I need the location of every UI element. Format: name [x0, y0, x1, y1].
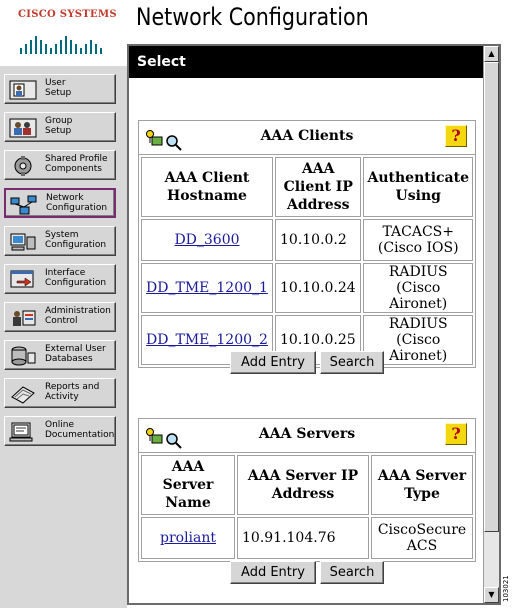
aaa-servers-title: AAA Servers [258, 426, 356, 442]
documentation-icon [9, 422, 33, 442]
content-area: AAA Clients ? AAA Client Hostname AAA Cl… [129, 78, 485, 603]
shared-profile-icon [14, 156, 32, 176]
nav-label: Network Configuration [46, 193, 108, 213]
column-header: AAA Client IP Address [275, 157, 362, 217]
client-hostname-link[interactable]: DD_TME_1200_1 [146, 280, 268, 296]
nav-interface-configuration[interactable]: Interface Configuration [4, 264, 116, 294]
aaa-clients-title: AAA Clients [260, 128, 354, 144]
nav-label: External User Databases [45, 344, 106, 364]
scrollbar-thumb[interactable] [484, 62, 499, 532]
nav-label: Online Documentation [45, 420, 115, 440]
reports-icon [11, 386, 35, 404]
table-row: DD_3600 10.10.0.2 TACACS+ (Cisco IOS) [141, 219, 473, 261]
hostname-cell: DD_TME_1200_1 [141, 263, 273, 313]
nav-shared-profile-components[interactable]: Shared Profile Components [4, 150, 116, 180]
main-frame: Select AAA Clients ? AAA Client Hostname [127, 44, 501, 605]
cisco-logo: Cisco Systems [14, 8, 117, 56]
aaa-clients-table: AAA Client Hostname AAA Client IP Addres… [139, 155, 475, 367]
nav-label: System Configuration [45, 230, 107, 250]
nav-label: Administration Control [45, 306, 111, 326]
table-header-row: AAA Server Name AAA Server IP Address AA… [141, 455, 473, 515]
ip-cell: 10.91.104.76 [237, 517, 369, 559]
cisco-bridge-icon [18, 22, 104, 56]
aaa-clients-header: AAA Clients ? [139, 121, 475, 155]
nav-label: Group Setup [45, 116, 73, 136]
server-name-cell: proliant [141, 517, 235, 559]
aaa-servers-section: AAA Servers ? AAA Server Name AAA Server… [138, 418, 476, 562]
scroll-down-arrow-icon[interactable]: ▼ [484, 587, 499, 603]
client-hostname-link[interactable]: DD_TME_1200_2 [146, 332, 268, 348]
help-icon[interactable]: ? [445, 125, 467, 147]
nav-reports-and-activity[interactable]: Reports and Activity [4, 378, 116, 408]
client-hostname-link[interactable]: DD_3600 [174, 232, 239, 248]
page-title: Network Configuration [136, 3, 369, 31]
nav-user-setup[interactable]: User Setup [4, 74, 116, 104]
column-header: AAA Client Hostname [141, 157, 273, 217]
add-server-entry-button[interactable]: Add Entry [230, 561, 316, 584]
nav-label: Reports and Activity [45, 382, 100, 402]
select-header: Select [129, 46, 485, 78]
group-icon [9, 118, 37, 138]
help-icon[interactable]: ? [445, 423, 467, 445]
auth-cell: RADIUS (Cisco Aironet) [363, 263, 473, 313]
aaa-servers-header: AAA Servers ? [139, 419, 475, 453]
database-icon [11, 346, 36, 366]
server-type-cell: CiscoSecure ACS [371, 517, 473, 559]
interface-icon [10, 270, 34, 288]
nav-system-configuration[interactable]: System Configuration [4, 226, 116, 256]
nav-online-documentation[interactable]: Online Documentation [4, 416, 116, 446]
search-clients-button[interactable]: Search [320, 351, 384, 374]
table-row: DD_TME_1200_1 10.10.0.24 RADIUS (Cisco A… [141, 263, 473, 313]
column-header: AAA Server IP Address [237, 455, 369, 515]
nav-group-setup[interactable]: Group Setup [4, 112, 116, 142]
search-servers-button[interactable]: Search [320, 561, 384, 584]
left-nav: User Setup Group Setup Shared Profile Co… [0, 66, 127, 608]
auth-cell: TACACS+ (Cisco IOS) [363, 219, 473, 261]
figure-id: 103021 [502, 575, 510, 602]
table-row: proliant 10.91.104.76 CiscoSecure ACS [141, 517, 473, 559]
table-header-row: AAA Client Hostname AAA Client IP Addres… [141, 157, 473, 217]
column-header: AAA Server Type [371, 455, 473, 515]
nav-label: Interface Configuration [45, 268, 107, 288]
hostname-cell: DD_3600 [141, 219, 273, 261]
column-header: Authenticate Using [363, 157, 473, 217]
aaa-clients-section: AAA Clients ? AAA Client Hostname AAA Cl… [138, 120, 476, 368]
system-icon [10, 233, 36, 251]
user-icon [9, 80, 37, 100]
nav-label: User Setup [45, 78, 72, 98]
nav-external-user-databases[interactable]: External User Databases [4, 340, 116, 370]
nav-network-configuration[interactable]: Network Configuration [4, 188, 116, 218]
cisco-brand-text: Cisco Systems [18, 9, 117, 20]
aaa-servers-table: AAA Server Name AAA Server IP Address AA… [139, 453, 475, 561]
administration-icon [13, 310, 36, 326]
scroll-up-arrow-icon[interactable]: ▲ [484, 46, 499, 62]
ip-cell: 10.10.0.24 [275, 263, 362, 313]
nav-label: Shared Profile Components [45, 154, 108, 174]
nav-administration-control[interactable]: Administration Control [4, 302, 116, 332]
vertical-scrollbar[interactable]: ▲ ▼ [483, 46, 499, 603]
column-header: AAA Server Name [141, 455, 235, 515]
network-icon [10, 195, 37, 215]
server-name-link[interactable]: proliant [160, 530, 216, 546]
add-client-entry-button[interactable]: Add Entry [230, 351, 316, 374]
ip-cell: 10.10.0.2 [275, 219, 362, 261]
